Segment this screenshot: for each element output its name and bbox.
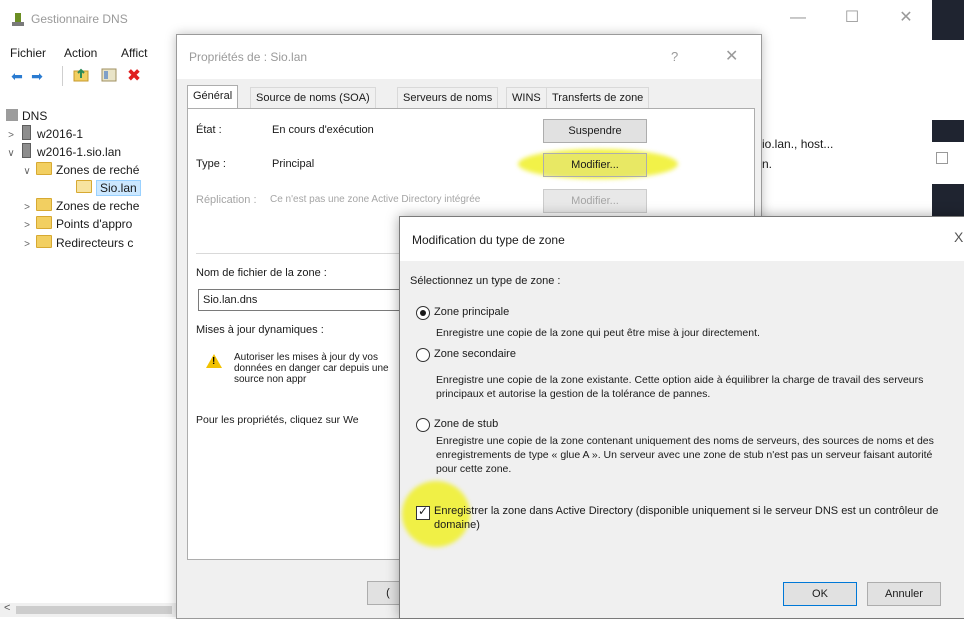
dns-manager-icon xyxy=(11,13,25,27)
folder-icon xyxy=(36,198,52,211)
forward-arrow-icon[interactable]: ➡ xyxy=(28,68,46,84)
cancel-button[interactable]: Annuler xyxy=(867,582,941,606)
suspend-button[interactable]: Suspendre xyxy=(543,119,647,143)
primary-zone-description: Enregistre une copie de la zone qui peut… xyxy=(436,327,760,339)
back-arrow-icon[interactable]: ⬅ xyxy=(8,68,26,84)
folder-icon xyxy=(36,235,52,248)
radio-primary-zone[interactable] xyxy=(416,306,430,320)
modify-replication-button[interactable]: Modifier... xyxy=(543,189,647,213)
background-window-panel xyxy=(932,40,964,120)
tab-soa[interactable]: Source de noms (SOA) xyxy=(250,87,376,108)
expand-icon[interactable]: > xyxy=(22,217,32,234)
scrollbar-thumb[interactable] xyxy=(16,606,172,614)
properties-title: Propriétés de : Sio.lan xyxy=(189,50,308,64)
close-icon[interactable]: ✕ xyxy=(725,46,738,66)
menu-fichier[interactable]: Fichier xyxy=(10,46,46,60)
status-label: État : xyxy=(196,124,222,136)
folder-icon xyxy=(36,162,52,175)
dynamic-updates-label: Mises à jour dynamiques : xyxy=(196,324,324,336)
server-icon xyxy=(22,143,31,158)
status-value: En cours d'exécution xyxy=(272,124,374,136)
radio-selected-dot xyxy=(420,310,426,316)
zone-file-label: Nom de fichier de la zone : xyxy=(196,267,327,279)
tab-name-servers[interactable]: Serveurs de noms xyxy=(397,87,499,108)
collapse-icon[interactable]: ∨ xyxy=(6,145,16,162)
tree-item-trust-points[interactable]: > Points d'appro xyxy=(22,216,132,233)
server-icon xyxy=(22,125,31,140)
tree-item-server1[interactable]: > w2016-1 xyxy=(6,125,83,142)
replication-label: Réplication : xyxy=(196,194,257,206)
modify-zone-type-dialog: Modification du type de zone X Sélection… xyxy=(399,216,964,619)
ad-integrated-label[interactable]: Enregistrer la zone dans Active Director… xyxy=(434,504,964,532)
record-cell: n. xyxy=(762,157,773,171)
zone-icon xyxy=(76,180,92,193)
collapse-icon[interactable]: ∨ xyxy=(22,163,32,180)
radio-secondary-zone[interactable] xyxy=(416,348,430,362)
console-tree-icon[interactable] xyxy=(100,68,118,84)
type-label: Type : xyxy=(196,158,226,170)
tree-item-forwarders[interactable]: > Redirecteurs c xyxy=(22,235,133,252)
replication-value: Ce n'est pas une zone Active Directory i… xyxy=(270,194,481,205)
expand-icon[interactable]: > xyxy=(6,127,16,144)
tab-general[interactable]: Général xyxy=(187,85,239,109)
tab-wins[interactable]: WINS xyxy=(506,87,547,108)
menu-action[interactable]: Action xyxy=(64,46,97,60)
tree-item-forward-zones[interactable]: ∨ Zones de reché xyxy=(22,162,139,179)
record-cell: io.lan., host... xyxy=(762,137,834,151)
warning-text: Autoriser les mises à jour dy vos donnée… xyxy=(234,352,389,385)
tree-item-server2[interactable]: ∨ w2016-1.sio.lan xyxy=(6,143,121,160)
tree-item-reverse-zones[interactable]: > Zones de reche xyxy=(22,198,139,215)
zone-file-field[interactable]: Sio.lan.dns xyxy=(198,289,422,311)
secondary-zone-description: Enregistre une copie de la zone existant… xyxy=(436,374,924,400)
type-value: Principal xyxy=(272,158,315,170)
help-button[interactable]: ? xyxy=(671,49,678,64)
stub-zone-label[interactable]: Zone de stub xyxy=(434,418,498,430)
main-window-title: Gestionnaire DNS xyxy=(31,12,128,26)
ok-button[interactable]: OK xyxy=(783,582,857,606)
checkmark-icon: ✓ xyxy=(418,504,429,518)
ad-integrated-checkbox[interactable]: ✓ xyxy=(416,504,430,520)
stub-zone-description: Enregistre une copie de la zone contenan… xyxy=(436,435,934,475)
delete-icon[interactable]: ✖ xyxy=(125,67,143,84)
secondary-zone-label[interactable]: Zone secondaire xyxy=(434,348,516,360)
properties-note: Pour les propriétés, cliquez sur We xyxy=(196,414,359,426)
tree-item-dns[interactable]: DNS xyxy=(6,108,47,125)
folder-icon xyxy=(36,216,52,229)
minimize-button[interactable]: — xyxy=(788,8,808,28)
expand-icon[interactable]: > xyxy=(22,236,32,253)
zone-type-prompt: Sélectionnez un type de zone : xyxy=(410,275,561,287)
toolbar-separator xyxy=(62,66,63,86)
close-icon[interactable]: X xyxy=(954,229,963,245)
close-button[interactable]: ✕ xyxy=(896,8,916,28)
dns-icon xyxy=(6,109,18,121)
maximize-button[interactable]: ☐ xyxy=(842,8,862,28)
up-folder-icon[interactable] xyxy=(72,68,90,84)
expand-icon[interactable]: > xyxy=(22,199,32,216)
radio-stub-zone[interactable] xyxy=(416,418,430,432)
background-checkbox[interactable] xyxy=(936,152,948,164)
primary-zone-label[interactable]: Zone principale xyxy=(434,306,509,318)
warning-exclamation: ! xyxy=(212,356,216,367)
modify-type-button[interactable]: Modifier... xyxy=(543,153,647,177)
modify-dialog-title: Modification du type de zone xyxy=(412,233,565,247)
scroll-left-icon[interactable]: < xyxy=(4,602,10,614)
menu-affichage[interactable]: Affict xyxy=(121,46,147,60)
tree-item-sio-lan[interactable]: Sio.lan xyxy=(76,180,141,197)
tab-zone-transfers[interactable]: Transferts de zone xyxy=(546,87,650,108)
